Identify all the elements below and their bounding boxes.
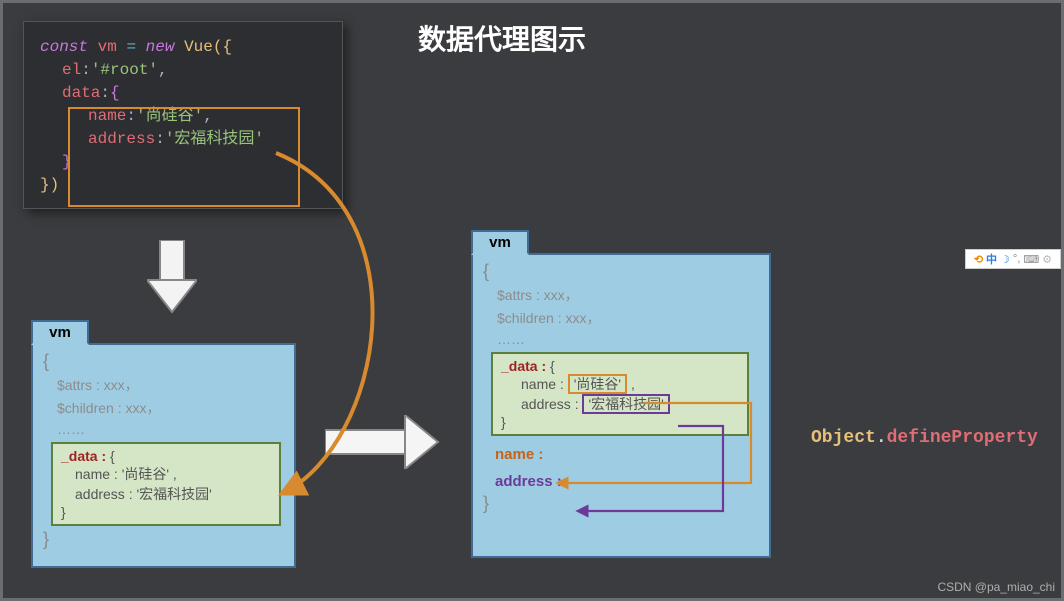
code-block: const vm = new Vue({ el:'#root', data:{ … [23,21,343,209]
watermark: CSDN @pa_miao_chi [937,580,1055,594]
ime-logo-icon: ⟲ [974,253,983,266]
ime-lang-indicator: 中 [986,251,997,267]
name-value-box: '尚硅谷' [568,374,627,394]
vm-box-right: vm { $attrs : xxx， $children : xxx， …… _… [471,253,771,558]
proxy-name-prop: name : [483,446,759,463]
arrow-right [325,415,440,469]
diagram-title: 数据代理图示 [418,18,586,58]
keyboard-icon: ⌨ [1023,253,1039,266]
data-box-left: _data : { name : '尚硅谷' , address : '宏福科技… [51,442,281,526]
vm-tab-left: vm [31,320,89,345]
degree-icon: °, [1013,253,1020,265]
vm-tab-right: vm [471,230,529,255]
data-box-right: _data : { name : '尚硅谷' , address : '宏福科技… [491,352,749,436]
address-value-box: '宏福科技园' [582,394,669,414]
arrow-down [147,240,197,314]
define-property-label: Object.defineProperty [811,428,1038,448]
settings-icon: ⚙ [1042,253,1052,266]
ime-toolbar[interactable]: ⟲ 中 ☽ °, ⌨ ⚙ [965,249,1061,269]
moon-icon: ☽ [1000,253,1010,266]
proxy-address-prop: address : [483,473,759,490]
vm-box-left: vm { $attrs : xxx， $children : xxx， …… _… [31,343,296,568]
